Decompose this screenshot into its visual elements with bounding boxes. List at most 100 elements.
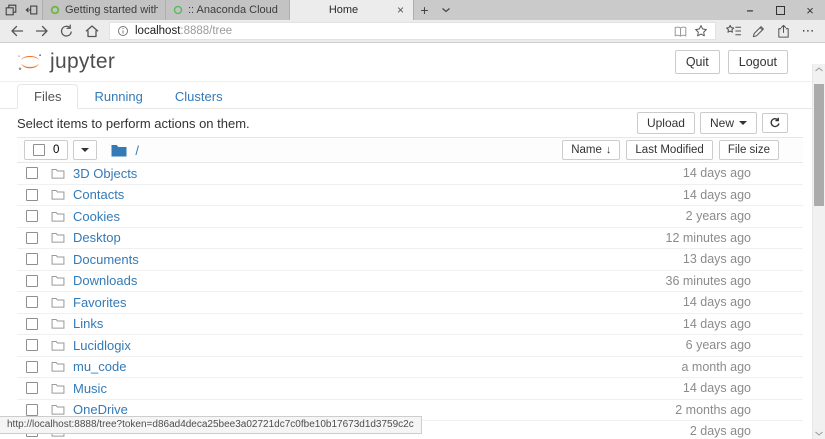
row-checkbox[interactable] [26,404,38,416]
tab-files[interactable]: Files [17,84,78,109]
set-tabs-aside-icon[interactable] [21,0,42,20]
folder-icon [51,211,65,222]
file-row: Lucidlogix 6 years ago [17,335,803,357]
refresh-list-button[interactable] [762,113,788,133]
file-name-link[interactable]: Contacts [73,187,124,202]
status-bar-url: http://localhost:8888/tree?token=d86ad4d… [0,416,422,434]
sort-by-modified-button[interactable]: Last Modified [626,140,712,160]
file-name-link[interactable]: Downloads [73,273,137,288]
url-path: :8888/tree [180,25,232,37]
browser-tab-getting-started[interactable]: Getting started with Anacon [42,0,166,20]
row-checkbox[interactable] [26,361,38,373]
new-dropdown-label: New [710,116,734,130]
folder-icon [51,232,65,243]
file-name-link[interactable]: Favorites [73,295,126,310]
close-window-button[interactable]: × [795,0,825,20]
scroll-down-icon[interactable] [813,431,825,436]
jupyter-logo-icon [17,51,43,73]
file-row: Music 14 days ago [17,378,803,400]
folder-icon [51,254,65,265]
folder-icon [51,189,65,200]
last-modified-text: 14 days ago [601,166,751,180]
forward-icon[interactable] [29,21,54,41]
jupyter-logo[interactable]: jupyter [17,50,115,74]
file-name-link[interactable]: Cookies [73,209,120,224]
breadcrumb-root-link[interactable]: / [135,143,139,158]
folder-icon [51,275,65,286]
browser-window: Getting started with Anacon :: Anaconda … [0,0,825,439]
row-checkbox[interactable] [26,339,38,351]
row-checkbox[interactable] [26,167,38,179]
file-name-link[interactable]: Links [73,316,103,331]
sort-by-name-button[interactable]: Name ↓ [562,140,620,160]
select-filter-dropdown[interactable] [73,140,97,160]
row-checkbox[interactable] [26,275,38,287]
folder-icon [51,318,65,329]
file-row: 3D Objects 14 days ago [17,163,803,185]
tab-preview-icon[interactable] [0,0,21,20]
back-icon[interactable] [4,21,29,41]
file-name-link[interactable]: Documents [73,252,139,267]
row-checkbox[interactable] [26,296,38,308]
last-modified-text: 14 days ago [601,381,751,395]
site-info-icon[interactable] [117,25,129,37]
upload-button[interactable]: Upload [637,112,695,134]
more-menu-icon[interactable]: ⋯ [796,21,821,41]
row-checkbox[interactable] [26,382,38,394]
select-all-checkbox[interactable] [33,144,45,156]
browser-tab-bar: Getting started with Anacon :: Anaconda … [0,0,825,20]
folder-icon [51,383,65,394]
last-modified-text: 13 days ago [601,252,751,266]
tab-list-chevron-icon[interactable] [435,0,456,20]
last-modified-text: 14 days ago [601,317,751,331]
last-modified-text: 6 years ago [601,338,751,352]
web-note-pen-icon[interactable] [746,21,771,41]
row-checkbox[interactable] [26,210,38,222]
page-scrollbar[interactable] [812,64,825,439]
hub-favorites-icon[interactable] [721,21,746,41]
file-row: Contacts 14 days ago [17,185,803,207]
row-checkbox[interactable] [26,189,38,201]
share-icon[interactable] [771,21,796,41]
last-modified-text: a month ago [601,360,751,374]
anaconda-cloud-icon [173,5,183,15]
home-icon[interactable] [79,21,104,41]
reading-view-icon[interactable] [673,25,688,38]
file-name-link[interactable]: Desktop [73,230,121,245]
select-all-button[interactable]: 0 [24,140,68,160]
tab-title: Getting started with Anacon [65,4,158,16]
file-name-link[interactable]: OneDrive [73,402,128,417]
caret-down-icon [739,121,747,125]
jupyter-tabs: Files Running Clusters [0,85,825,109]
minimize-button[interactable]: – [735,0,765,20]
row-checkbox[interactable] [26,318,38,330]
browser-tab-home[interactable]: Home × [290,0,414,20]
breadcrumb-folder-icon[interactable] [111,144,127,157]
row-checkbox[interactable] [26,232,38,244]
file-row: mu_code a month ago [17,357,803,379]
new-tab-button[interactable]: + [414,0,435,20]
file-row: Desktop 12 minutes ago [17,228,803,250]
folder-icon [51,361,65,372]
file-name-link[interactable]: Music [73,381,107,396]
row-checkbox[interactable] [26,253,38,265]
browser-tab-anaconda-cloud[interactable]: :: Anaconda Cloud [166,0,290,20]
file-name-link[interactable]: Lucidlogix [73,338,131,353]
maximize-button[interactable] [765,0,795,20]
sort-by-size-button[interactable]: File size [719,140,779,160]
address-input[interactable]: localhost:8888/tree [109,22,716,40]
file-row: Favorites 14 days ago [17,292,803,314]
scrollbar-thumb[interactable] [814,84,824,206]
favorite-star-icon[interactable] [694,24,708,38]
file-name-link[interactable]: 3D Objects [73,166,137,181]
sort-descending-icon: ↓ [606,144,612,156]
refresh-icon[interactable] [54,21,79,41]
logout-button[interactable]: Logout [728,50,788,74]
quit-button[interactable]: Quit [675,50,720,74]
file-name-link[interactable]: mu_code [73,359,126,374]
close-tab-icon[interactable]: × [395,4,406,16]
new-dropdown-button[interactable]: New [700,112,757,134]
tab-clusters[interactable]: Clusters [159,85,239,108]
scroll-up-icon[interactable] [813,67,825,72]
tab-running[interactable]: Running [78,85,158,108]
